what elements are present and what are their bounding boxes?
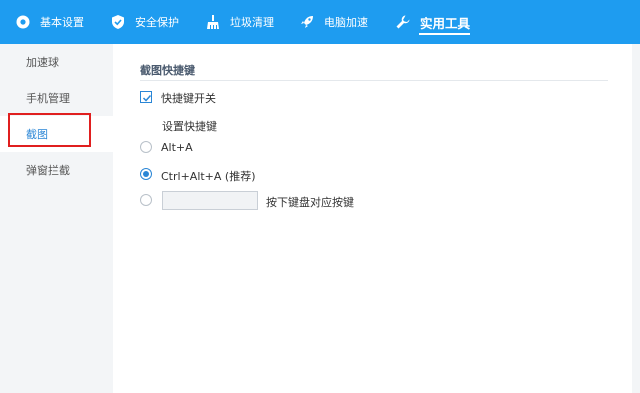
- gear-icon: [15, 14, 31, 30]
- sidebar-item-label: 加速球: [26, 56, 59, 69]
- radio-label-ctrl-alt-a: Ctrl+Alt+A (推荐): [161, 170, 256, 183]
- nav-label: 电脑加速: [324, 16, 368, 29]
- radio-alt-a[interactable]: [140, 141, 152, 153]
- radio-custom[interactable]: [140, 194, 152, 206]
- section-title: 截图快捷键: [140, 64, 195, 77]
- radio-label-alt-a: Alt+A: [161, 141, 193, 154]
- wrench-icon: [395, 14, 411, 30]
- main-content: 截图快捷键 快捷键开关 设置快捷键 Alt+A Ctrl+Alt+A (推荐) …: [113, 44, 640, 393]
- radio-ctrl-alt-a[interactable]: [140, 168, 152, 180]
- scrollbar-track: [632, 44, 640, 393]
- nav-security[interactable]: 安全保护: [110, 0, 179, 44]
- nav-label: 安全保护: [135, 16, 179, 29]
- sidebar-item-phone-manager[interactable]: 手机管理: [0, 80, 113, 116]
- nav-label: 垃圾清理: [230, 16, 274, 29]
- shortcut-toggle-label: 快捷键开关: [161, 92, 216, 105]
- divider: [140, 80, 608, 81]
- shortcut-toggle-checkbox[interactable]: [140, 91, 152, 103]
- shield-icon: [110, 14, 126, 30]
- nav-cleanup[interactable]: 垃圾清理: [205, 0, 274, 44]
- custom-shortcut-input[interactable]: [162, 191, 258, 210]
- sidebar-item-label: 截图: [26, 128, 48, 141]
- set-shortcut-label: 设置快捷键: [162, 120, 217, 133]
- checkmark-icon: [142, 94, 152, 102]
- nav-tools[interactable]: 实用工具: [395, 0, 470, 44]
- custom-shortcut-hint: 按下键盘对应按键: [266, 196, 354, 209]
- top-nav-bar: 基本设置 安全保护 垃圾清理 电脑加速 实用工具: [0, 0, 640, 44]
- broom-icon: [205, 14, 221, 30]
- nav-label: 实用工具: [420, 15, 471, 31]
- sidebar-item-popup-blocker[interactable]: 弹窗拦截: [0, 152, 113, 188]
- sidebar-item-label: 弹窗拦截: [26, 164, 70, 177]
- sidebar-item-screenshot[interactable]: 截图: [0, 116, 113, 152]
- sidebar-item-speed-ball[interactable]: 加速球: [0, 44, 113, 80]
- active-tab-indicator: [419, 33, 470, 35]
- rocket-icon: [299, 14, 315, 30]
- nav-speedup[interactable]: 电脑加速: [299, 0, 368, 44]
- nav-basic-settings[interactable]: 基本设置: [15, 0, 84, 44]
- sidebar: 加速球 手机管理 截图 弹窗拦截: [0, 44, 113, 393]
- nav-label: 基本设置: [40, 16, 84, 29]
- sidebar-item-label: 手机管理: [26, 92, 70, 105]
